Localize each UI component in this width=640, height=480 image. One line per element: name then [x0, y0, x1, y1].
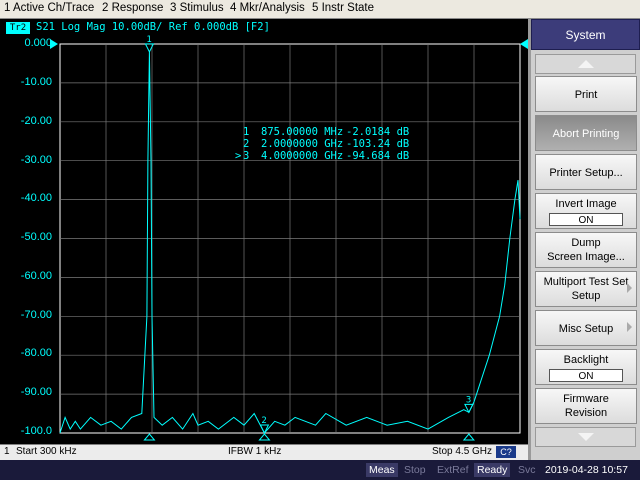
marker-table-freq: 4.0000000 GHz — [261, 150, 343, 162]
invert-image-label: Invert Image — [555, 198, 617, 210]
dump-screen-image-button[interactable]: Dump Screen Image... — [535, 232, 637, 268]
softkey-panel: System Print Abort Printing Printer Setu… — [531, 19, 640, 460]
stimulus-marker — [143, 433, 156, 441]
stimulus-marker — [462, 433, 475, 441]
revision-label: Revision — [564, 407, 608, 419]
channel-footer: 1 Start 300 kHz IFBW 1 kHz Stop 4.5 GHz … — [0, 444, 528, 460]
menu-mkr-analysis[interactable]: 4 Mkr/Analysis — [230, 2, 305, 14]
reference-right-marker — [520, 39, 528, 49]
start-freq[interactable]: Start 300 kHz — [16, 446, 77, 457]
softkey-title: System — [531, 19, 640, 50]
marker-table: 1 875.00000 MHz -2.0184 dB 2 2.0000000 G… — [235, 126, 409, 162]
firmware-revision-button[interactable]: Firmware Revision — [535, 388, 637, 424]
abort-printing-button[interactable]: Abort Printing — [535, 115, 637, 151]
multiport-setup-label: Setup — [571, 290, 601, 302]
scroll-up-button[interactable] — [535, 54, 636, 74]
plot-area[interactable]: 123 1 875.00000 MHz -2.0184 dB 2 2.00000… — [0, 19, 528, 444]
status-extref: ExtRef — [437, 464, 469, 476]
menu-stimulus[interactable]: 3 Stimulus — [170, 2, 224, 14]
printer-setup-label: Printer Setup... — [549, 167, 623, 179]
channel-number: 1 — [4, 446, 10, 457]
screen-image-label: Screen Image... — [547, 251, 625, 263]
abort-printing-label: Abort Printing — [552, 128, 620, 140]
plot-markers: 123 — [143, 35, 475, 441]
print-label: Print — [574, 89, 598, 101]
marker-label: 1 — [146, 35, 151, 45]
arrow-down-icon — [578, 433, 594, 441]
marker-table-label: 3 — [243, 150, 249, 162]
marker-table-freq: 875.00000 MHz — [261, 126, 343, 138]
chevron-right-icon — [627, 283, 632, 293]
invert-image-button[interactable]: Invert Image ON — [535, 193, 637, 229]
marker-triangle — [259, 424, 270, 435]
backlight-label: Backlight — [563, 354, 609, 366]
reference-left-marker — [50, 39, 58, 49]
plot-grid — [50, 39, 528, 434]
marker-table-freq: 2.0000000 GHz — [261, 138, 343, 150]
dump-label: Dump — [571, 237, 601, 249]
misc-setup-button[interactable]: Misc Setup — [535, 310, 637, 346]
print-button[interactable]: Print — [535, 76, 637, 112]
marker-table-value: -103.24 dB — [346, 138, 409, 150]
status-meas: Meas — [366, 463, 398, 477]
backlight-button[interactable]: Backlight ON — [535, 349, 637, 385]
marker-table-value: -2.0184 dB — [346, 126, 409, 138]
firmware-label: Firmware — [563, 393, 609, 405]
menu-bar: 1 Active Ch/Trace 2 Response 3 Stimulus … — [0, 0, 640, 19]
multiport-test-set-setup-button[interactable]: Multiport Test Set Setup — [535, 271, 637, 307]
arrow-up-icon — [578, 60, 594, 68]
status-svc: Svc — [518, 464, 536, 476]
marker-table-prefix: > — [235, 150, 241, 162]
menu-instr-state[interactable]: 5 Instr State — [312, 2, 374, 14]
status-datetime: 2019-04-28 10:57 — [545, 464, 628, 476]
chevron-right-icon — [627, 322, 632, 332]
misc-setup-label: Misc Setup — [558, 323, 614, 335]
ifbw[interactable]: IFBW 1 kHz — [228, 446, 281, 457]
stimulus-marker — [258, 433, 271, 441]
invert-image-toggle[interactable]: ON — [549, 213, 623, 226]
multiport-label: Multiport Test Set — [543, 276, 629, 288]
stop-freq[interactable]: Stop 4.5 GHz — [432, 446, 492, 457]
marker-label: 2 — [261, 416, 266, 426]
menu-active-ch-trace[interactable]: 1 Active Ch/Trace — [4, 2, 94, 14]
correction-badge: C? — [496, 446, 516, 458]
status-ready: Ready — [474, 463, 511, 477]
backlight-toggle[interactable]: ON — [549, 369, 623, 382]
trace-display[interactable]: Tr2 S21 Log Mag 10.00dB/ Ref 0.000dB [F2… — [0, 19, 528, 444]
marker-label: 3 — [466, 395, 471, 405]
scroll-down-button[interactable] — [535, 427, 636, 447]
marker-table-label: 2 — [243, 138, 249, 150]
menu-response[interactable]: 2 Response — [102, 2, 163, 14]
status-bar: Meas Stop ExtRef Ready Svc 2019-04-28 10… — [0, 460, 640, 480]
marker-table-label: 1 — [243, 126, 249, 138]
status-stop: Stop — [404, 464, 426, 476]
printer-setup-button[interactable]: Printer Setup... — [535, 154, 637, 190]
marker-table-value: -94.684 dB — [346, 150, 409, 162]
